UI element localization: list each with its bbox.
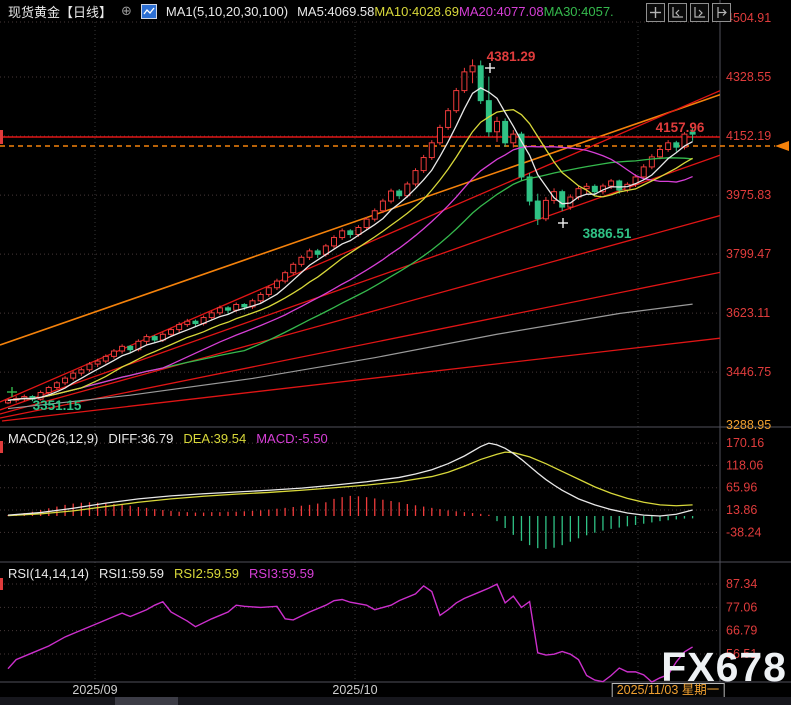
macd-panel [8,443,693,549]
date-axis-label: 2025/09 [72,683,117,697]
macd-axis-label: 118.06 [726,458,763,472]
rsi-readout-value: RSI3:59.59 [249,566,314,581]
price-axis-label: 4328.55 [726,70,771,84]
ma100-line [8,304,693,408]
ma-readout-value: MA30:4057. [544,4,614,19]
scrollbar-handle[interactable] [115,697,178,705]
macd-readout-value: MACD:-5.50 [256,431,328,446]
pan-right-icon[interactable] [712,3,731,22]
price-annotation: 3886.51 [583,226,632,241]
instrument-title: 现货黄金【日线】 [8,2,112,21]
price-axis-label: 3623.11 [726,306,770,320]
rsi-axis-label: 66.79 [726,624,757,638]
ma-readout-value: MA20:4077.08 [459,4,544,19]
price-axis: 4504.914328.554152.193975.833799.473623.… [726,11,771,661]
swing-markers [7,63,568,397]
chart-canvas[interactable]: 4381.294157.963886.513351.154504.914328.… [0,0,791,705]
date-axis-label: 2025/10 [332,683,377,697]
price-axis-label: 3446.75 [726,365,771,379]
gridlines [0,22,720,682]
ma-readout-value: MA10:4028.69 [374,4,459,19]
ma-readouts: MA5:4069.58MA10:4028.69MA20:4077.08MA30:… [297,4,614,19]
price-axis-label: 4152.19 [726,129,771,143]
rsi-axis-label: 87.34 [726,577,757,591]
macd-axis-label: -38.24 [726,525,761,539]
rsi-readout-value: RSI(14,14,14) [8,566,89,581]
clipped-left-label [0,578,3,590]
ma-readout-value: MA5:4069.58 [297,4,374,19]
rsi-panel [8,584,693,682]
ma10-line [8,110,693,400]
last-price-arrow [775,141,789,151]
fx678-watermark: FX678 [661,644,787,691]
price-axis-label: 3288.95 [726,418,771,432]
add-indicator-icon[interactable]: ⊕ [121,3,132,19]
chart-type-icon[interactable] [141,4,157,19]
axis-scale-left-icon[interactable] [668,3,687,22]
rsi-readout-value: RSI1:59.59 [99,566,164,581]
macd-readout-value: DEA:39.54 [183,431,246,446]
clipped-left-label [0,441,3,453]
price-axis-label: 3975.83 [726,188,771,202]
price-annotation: 3351.15 [33,398,82,413]
chart-toolbar [646,3,731,22]
ma-settings-label: MA1(5,10,20,30,100) [166,4,288,19]
rsi-readout-value: RSI2:59.59 [174,566,239,581]
trading-chart-app: 4381.294157.963886.513351.154504.914328.… [0,0,791,705]
price-annotation: 4157.96 [656,120,705,135]
macd-readout-value: DIFF:36.79 [108,431,173,446]
axis-scale-right-icon[interactable] [690,3,709,22]
rsi-readout: RSI(14,14,14) RSI1:59.59 RSI2:59.59 RSI3:59… [8,566,324,581]
rsi-line [8,584,693,682]
price-axis-label: 3799.47 [726,247,771,261]
macd-axis-label: 13.86 [726,503,757,517]
macd-readout-value: MACD(26,12,9) [8,431,98,446]
trendlines [0,60,791,421]
clipped-left-label [0,130,3,144]
macd-axis-label: 170.16 [726,436,764,450]
price-annotation: 4381.29 [487,49,536,64]
crosshair-icon[interactable] [646,3,665,22]
macd-axis-label: 65.96 [726,481,757,495]
macd-readout: MACD(26,12,9) DIFF:36.79 DEA:39.54 MACD:-5.… [8,431,338,446]
rsi-axis-label: 77.06 [726,600,757,614]
time-scrollbar[interactable] [0,697,791,705]
